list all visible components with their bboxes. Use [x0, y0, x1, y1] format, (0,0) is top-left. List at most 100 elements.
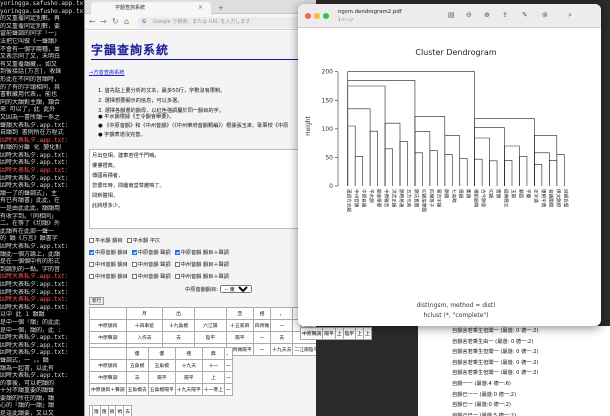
checkbox-box[interactable] — [89, 250, 94, 255]
markup-icon[interactable]: ⊚ — [542, 10, 548, 20]
dendrogram-link — [474, 158, 483, 186]
table-cell: 禮 — [174, 347, 203, 360]
option-checkbox[interactable]: 平水韻 平仄 — [126, 237, 160, 246]
checkbox-box[interactable] — [174, 250, 180, 255]
table-cell: 十九天 — [174, 359, 203, 372]
table-cell: 去 — [125, 371, 149, 384]
browser-tab[interactable]: 字韻查詢系統 — [91, 2, 211, 14]
rhyme-select-label: 中原音韻韻目: — [185, 287, 218, 293]
terminal-line: 因時大表私夕.app.txt: — [0, 303, 69, 311]
dendrogram-link — [549, 159, 558, 186]
rhyme-select-wrap: 中原音韻韻目: -- 東鍾 — [185, 285, 252, 293]
table-cell: 入作去 — [125, 331, 164, 344]
new-tab-icon[interactable]: + — [218, 2, 224, 14]
dendrogram-link — [347, 79, 416, 186]
leaf-label: 五方元音 — [405, 189, 412, 208]
new-row-button[interactable]: 新行 — [89, 297, 105, 305]
text-input[interactable] — [89, 149, 307, 229]
terminal-line: 因時大表私夕.app.txt: — [0, 159, 69, 167]
table-row: 中原聲調入作去去陰平陽平一去陰平陰平 — [89, 331, 316, 344]
table-cell: 一 — [252, 343, 272, 356]
table-cell: 一 — [270, 319, 294, 332]
close-tab-icon[interactable]: × — [198, 2, 203, 14]
option-checkbox[interactable]: 中原音韻 聲調 — [131, 249, 171, 258]
zoom-in-icon[interactable]: ⊕ — [484, 10, 490, 20]
sidebar-icon[interactable]: ▤ — [448, 10, 455, 20]
terminal-line: 的了有的字頭相同，其 — [0, 83, 61, 91]
terminal-line: yoringga.safusho.app.txt — [0, 7, 87, 15]
checkbox-box[interactable] — [131, 250, 137, 255]
result-table-2: 僂僂禮典，中原韻目 五魚模 五魚模 十九天 十一一中原聲調去陽平 陽平上一中原韻目＋聲調五… — [89, 347, 233, 396]
dendrogram-link — [489, 160, 498, 186]
option-checkbox[interactable]: 平水韻 韻目 — [89, 237, 123, 246]
checkbox-box[interactable] — [89, 238, 94, 243]
option-checkbox[interactable]: 中原音韻 韻目＋聲調 — [174, 249, 229, 258]
table-cell: 上 — [201, 371, 226, 384]
leaf-label: 中原雅音 — [383, 189, 390, 208]
checkbox-label: 中原音韻 韻目 — [95, 250, 128, 256]
zoom-out-icon[interactable]: ⊖ — [466, 10, 472, 20]
terminal-line: 不會有一個字兩種，並 — [0, 45, 61, 53]
checkbox-box[interactable] — [89, 274, 94, 279]
table-cell: 中原韻目 — [89, 359, 127, 372]
terminal-window[interactable]: yoringga.safusho.app.txt yoringga.safusho… — [0, 0, 92, 416]
table-cell: 去 — [123, 405, 133, 416]
y-tick-label: 150 — [322, 97, 334, 104]
option-checkbox[interactable]: 中州音韻 聲調 — [131, 273, 171, 282]
terminal-line: 是在一個個中有的形式 — [0, 258, 61, 266]
terminal-line: 又表示同了又，未明白 — [0, 53, 61, 61]
leaf-label: 韻鏡 — [443, 189, 450, 199]
checkbox-box[interactable] — [89, 262, 94, 267]
address-bar[interactable]: G Google で検索、または URL を入力します — [137, 17, 313, 28]
forward-icon[interactable]: → — [100, 16, 107, 28]
checkbox-box[interactable] — [174, 274, 180, 279]
back-icon[interactable]: ← — [89, 16, 96, 28]
pen-icon[interactable]: ✎ — [522, 10, 528, 20]
checkbox-box[interactable] — [131, 274, 137, 279]
table-cell: 六江陽 — [193, 319, 227, 332]
search-icon[interactable]: ⌕ — [568, 10, 572, 20]
checkbox-label: 中州音韻 聲調 — [137, 262, 171, 268]
dendrogram-link — [519, 155, 528, 186]
y-tick-label: 200 — [322, 69, 334, 76]
share-icon[interactable]: ⇪ — [502, 10, 508, 20]
rhyme-select[interactable]: -- 東鍾 — [219, 285, 252, 293]
minimize-window-icon[interactable] — [314, 13, 320, 19]
table-cell: 四齊微 — [252, 319, 272, 332]
leaf-label: 唐韻 — [495, 189, 502, 199]
home-link[interactable]: →方音查詢系統 — [89, 69, 124, 76]
option-checkbox[interactable]: 中州音韻 韻目＋聲調 — [174, 273, 229, 282]
y-tick-label: 0 — [329, 183, 333, 190]
r-console[interactable]: 自韻言若乘生但聞一 (最遊: 0 德一:2) 自韻言若乘生由一 (最遊: 0 德一… — [418, 326, 610, 416]
home-icon[interactable]: ⌂ — [124, 16, 129, 28]
table-cell: 禎 — [107, 405, 117, 416]
option-checkbox[interactable]: 中州音韻 韻目 — [89, 273, 128, 282]
dendrogram-chart: Cluster Dendrogram 0 50 100 150 200 Height 漢語方言… — [305, 48, 569, 319]
google-icon: G — [142, 19, 147, 25]
leaf-label: 四聲等子 — [428, 189, 435, 208]
option-checkbox[interactable]: 中州音韻 聲調 — [131, 261, 171, 270]
leaf-label: 蒙古字韻 — [435, 189, 442, 208]
leaf-label: 韻略易通 — [398, 189, 405, 208]
option-checkbox[interactable]: 中原音韻 韻目 — [89, 249, 128, 258]
leaf-label: 類篇 — [517, 189, 524, 199]
table-cell: 出 — [162, 307, 195, 320]
zoom-window-icon[interactable] — [323, 13, 329, 19]
terminal-line: 有收字到。「同相同」 — [0, 212, 58, 220]
option-checkbox[interactable]: 中州音韻 韻目＋聲調 — [174, 261, 229, 270]
y-tick-label: 100 — [322, 126, 334, 133]
dendrogram-link — [534, 135, 558, 186]
table-cell: 十四車遮 — [125, 319, 164, 332]
leaf-label: 七音略 — [450, 189, 457, 203]
checkbox-box[interactable] — [174, 262, 180, 267]
checkbox-box[interactable] — [126, 238, 132, 243]
checkbox-box[interactable] — [131, 262, 137, 267]
table-cell: 五魚模去 — [125, 383, 149, 396]
terminal-line: 因時大表私夕.app.txt: — [0, 151, 69, 159]
address-placeholder: Google で検索、または URL を入力します — [153, 19, 251, 25]
table-cell: 中原聲調 — [299, 327, 324, 340]
reload-icon[interactable]: ↻ — [112, 16, 119, 28]
close-window-icon[interactable] — [305, 13, 311, 19]
option-checkbox[interactable]: 中州音韻 韻目 — [89, 261, 128, 270]
checkbox-label: 中州音韻 聲調 — [137, 274, 171, 280]
